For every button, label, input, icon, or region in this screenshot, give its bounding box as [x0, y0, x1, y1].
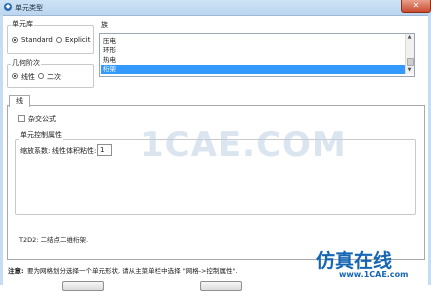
close-button[interactable]: ✕ — [401, 0, 431, 13]
element-controls-label: 单元控制属性 — [19, 130, 63, 140]
viscosity-label: 缩放系数: — [20, 147, 51, 155]
note-prefix: 注意: — [8, 267, 24, 275]
linear-bulk-viscosity-label: 线性体积粘性: — [52, 147, 97, 155]
linear-radio[interactable] — [12, 73, 18, 79]
cancel-button[interactable] — [200, 281, 242, 291]
element-library-label: 单元库 — [11, 19, 34, 29]
watermark-brand: 仿真在线 — [316, 250, 393, 272]
quadratic-radio-label[interactable]: 二次 — [47, 72, 61, 82]
element-description: T2D2: 二结点二维桁架. — [19, 236, 89, 244]
note-text: 要为网格划分选择一个单元形状, 请从主菜单栏中选择 "网格->控制属性". — [27, 267, 238, 275]
watermark-center: 1CAE.COM — [140, 125, 347, 165]
explicit-radio[interactable] — [56, 37, 62, 43]
family-scrollbar[interactable]: ▲ ▼ — [405, 34, 414, 74]
family-item-piezoelectric[interactable]: 压电 — [101, 37, 411, 46]
family-listbox[interactable]: 压电 环形 热电 桁架 ▲ ▼ — [99, 33, 415, 77]
linear-radio-label[interactable]: 线性 — [21, 72, 35, 82]
title-bar — [0, 0, 431, 16]
family-label: 族 — [100, 20, 109, 30]
explicit-radio-label[interactable]: Explicit — [65, 36, 90, 44]
family-item-thermal-electric[interactable]: 热电 — [101, 56, 411, 65]
hybrid-formulation-label[interactable]: 杂交公式 — [28, 114, 56, 124]
watermark-url: www.1CAE.com — [339, 270, 409, 279]
scroll-down-icon[interactable]: ▼ — [406, 67, 413, 73]
window-frame-left — [0, 15, 3, 285]
linear-bulk-viscosity-input[interactable]: 1 — [97, 144, 112, 156]
abaqus-icon: ◆ — [4, 3, 12, 11]
standard-radio[interactable] — [12, 37, 18, 43]
quadratic-radio[interactable] — [38, 73, 44, 79]
standard-radio-label[interactable]: Standard — [21, 36, 53, 44]
ok-button[interactable] — [62, 281, 104, 291]
family-item-truss[interactable]: 桁架 — [101, 65, 411, 74]
scroll-thumb[interactable] — [407, 58, 414, 66]
scroll-up-icon[interactable]: ▲ — [406, 34, 413, 40]
tab-line[interactable]: 线 — [9, 95, 30, 107]
window-title: 单元类型 — [15, 4, 43, 12]
geometric-order-label: 几何阶次 — [11, 58, 41, 68]
hybrid-formulation-checkbox[interactable] — [18, 115, 25, 122]
family-item-axisymmetric[interactable]: 环形 — [101, 46, 411, 55]
